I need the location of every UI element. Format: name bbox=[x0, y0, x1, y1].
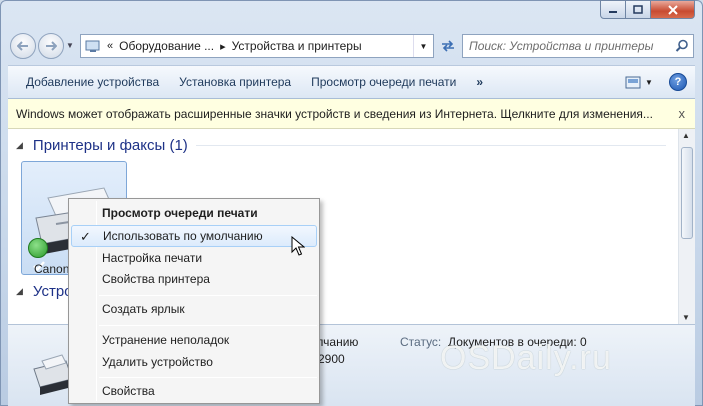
caption-buttons bbox=[600, 0, 695, 19]
group-divider bbox=[195, 145, 666, 146]
see-print-queue-button[interactable]: Просмотр очереди печати bbox=[301, 75, 466, 89]
recent-pages-dropdown[interactable]: ▼ bbox=[66, 41, 74, 50]
change-view-button[interactable]: ▼ bbox=[625, 72, 661, 92]
view-dropdown-arrow-icon: ▼ bbox=[645, 77, 653, 87]
scroll-thumb[interactable] bbox=[681, 147, 693, 239]
menu-separator bbox=[99, 295, 317, 296]
address-dropdown-button[interactable]: ▼ bbox=[413, 35, 433, 57]
info-bar-close-icon[interactable]: x bbox=[679, 106, 686, 121]
collapse-triangle-icon[interactable]: ◢ bbox=[16, 286, 23, 297]
breadcrumb-arrow-icon[interactable]: ▸ bbox=[218, 40, 228, 53]
scroll-down-arrow-icon[interactable]: ▼ bbox=[682, 313, 690, 322]
info-bar-text[interactable]: Windows может отображать расширенные зна… bbox=[8, 107, 653, 121]
menu-item-create-shortcut[interactable]: Создать ярлык bbox=[71, 298, 317, 320]
menu-item-see-print-queue[interactable]: Просмотр очереди печати bbox=[71, 202, 317, 224]
minimize-button[interactable] bbox=[600, 0, 626, 19]
more-commands-button[interactable]: » bbox=[466, 75, 493, 89]
control-panel-icon bbox=[85, 39, 105, 53]
group-title: Принтеры и факсы (1) bbox=[32, 137, 188, 154]
maximize-button[interactable] bbox=[626, 0, 651, 19]
close-button[interactable] bbox=[651, 0, 695, 19]
back-arrow-icon bbox=[17, 41, 28, 51]
forward-arrow-icon bbox=[46, 41, 57, 51]
group-printers-faxes[interactable]: ◢ Принтеры и факсы (1) bbox=[16, 137, 666, 154]
vertical-scrollbar[interactable]: ▲ ▼ bbox=[678, 129, 695, 324]
printer-name: Canon bbox=[34, 262, 70, 276]
view-icon bbox=[625, 76, 641, 88]
command-bar: Добавление устройства Установка принтера… bbox=[8, 65, 695, 99]
search-icon[interactable] bbox=[671, 39, 693, 53]
menu-item-printing-preferences[interactable]: Настройка печати bbox=[71, 247, 317, 269]
info-bar[interactable]: Windows может отображать расширенные зна… bbox=[8, 99, 695, 129]
collapse-triangle-icon[interactable]: ◢ bbox=[16, 140, 23, 151]
context-menu: Просмотр очереди печати ✓ Использовать п… bbox=[68, 198, 320, 404]
menu-separator bbox=[99, 377, 317, 378]
menu-separator bbox=[99, 325, 317, 326]
search-input[interactable]: Поиск: Устройства и принтеры bbox=[463, 39, 671, 53]
back-button[interactable] bbox=[10, 33, 36, 59]
search-box[interactable]: Поиск: Устройства и принтеры bbox=[462, 34, 694, 58]
menu-item-printer-properties[interactable]: Свойства принтера bbox=[71, 268, 317, 290]
menu-item-label: Использовать по умолчанию bbox=[103, 229, 263, 243]
group-devices[interactable]: ◢ Устро bbox=[16, 283, 73, 300]
status-label: Статус: bbox=[400, 335, 442, 349]
breadcrumb-hardware[interactable]: Оборудование ... bbox=[115, 39, 218, 53]
scroll-up-arrow-icon[interactable]: ▲ bbox=[682, 131, 690, 140]
menu-item-troubleshoot[interactable]: Устранение неполадок bbox=[71, 329, 317, 351]
mouse-cursor-icon bbox=[291, 236, 305, 256]
menu-item-set-default[interactable]: ✓ Использовать по умолчанию bbox=[71, 225, 317, 247]
breadcrumb-devices-printers[interactable]: Устройства и принтеры bbox=[228, 39, 366, 53]
address-overflow-chevron[interactable]: « bbox=[105, 40, 115, 52]
help-icon[interactable]: ? bbox=[669, 73, 687, 91]
refresh-button[interactable] bbox=[438, 36, 458, 56]
forward-button[interactable] bbox=[38, 33, 64, 59]
check-mark-icon: ✓ bbox=[80, 229, 91, 244]
menu-item-remove-device[interactable]: Удалить устройство bbox=[71, 351, 317, 373]
add-device-button[interactable]: Добавление устройства bbox=[8, 75, 169, 89]
group-title: Устро bbox=[32, 283, 73, 300]
watermark: OSDaily.ru bbox=[440, 339, 612, 377]
green-check-icon bbox=[28, 238, 48, 271]
add-printer-button[interactable]: Установка принтера bbox=[169, 75, 301, 89]
menu-item-properties[interactable]: Свойства bbox=[71, 380, 317, 402]
navigation-bar: ▼ « Оборудование ... ▸ Устройства и прин… bbox=[8, 31, 695, 59]
refresh-icon bbox=[442, 40, 454, 52]
address-bar[interactable]: « Оборудование ... ▸ Устройства и принте… bbox=[80, 34, 434, 58]
